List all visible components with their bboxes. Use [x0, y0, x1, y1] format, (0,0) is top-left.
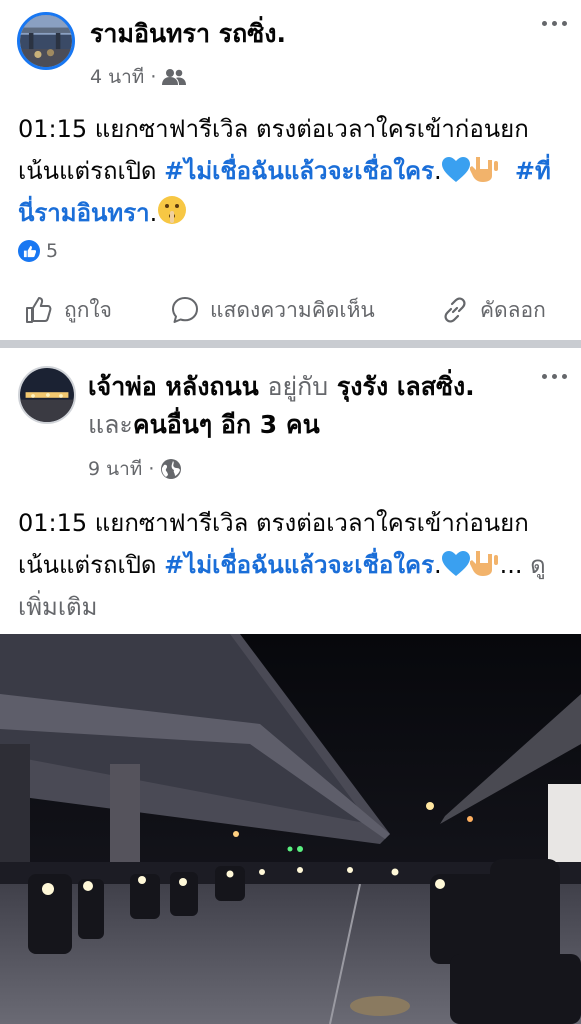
reaction-count: 5 [46, 240, 59, 262]
like-button[interactable]: ถูกใจ [24, 294, 112, 327]
post-card: รามอินทรา รถซิ่ง. 4 นาที · 01:15 แยกซาฟา… [0, 0, 581, 340]
reaction-summary[interactable]: 5 [18, 240, 58, 262]
others-link[interactable]: คนอื่นๆ อีก 3 คน [133, 410, 320, 439]
love-you-hand-icon [469, 551, 498, 576]
link-icon [444, 297, 466, 323]
like-reaction-icon [18, 240, 40, 262]
friends-icon [162, 69, 187, 85]
meta-dot: · [150, 66, 157, 88]
post-card: เจ้าพ่อ หลังถนน อยู่กับ รุงรัง เลสซิ่ง. … [0, 348, 581, 1024]
post-time[interactable]: 4 นาที [90, 62, 144, 92]
text-dot: . [434, 551, 442, 579]
author-avatar[interactable] [17, 12, 75, 70]
post-photo[interactable] [0, 634, 581, 1024]
post-meta: 4 นาที · [90, 62, 187, 92]
text-dot: . [149, 199, 158, 227]
blue-heart-icon [441, 157, 470, 182]
comment-label: แสดงความคิดเห็น [210, 297, 375, 322]
tagged-name[interactable]: รุงรัง เลสซิ่ง. [337, 372, 475, 401]
post-text: 01:15 แยกซาฟารีเวิล ตรงต่อเวลาใครเข้าก่อ… [18, 502, 566, 628]
post-text: 01:15 แยกซาฟารีเวิล ตรงต่อเวลาใครเข้าก่อ… [18, 108, 566, 234]
comment-icon [172, 297, 198, 323]
post-meta: 9 นาที · [88, 454, 182, 484]
post-actions: ถูกใจ แสดงความคิดเห็น คัดลอก [0, 288, 581, 332]
thumbs-up-icon [26, 297, 52, 323]
feed-separator [0, 340, 581, 348]
hashtag-link[interactable]: #ไม่เชื่อฉันแล้วจะเชื่อใคร [164, 157, 434, 185]
author-avatar[interactable] [18, 366, 76, 424]
more-options-icon[interactable] [542, 21, 567, 26]
copy-label: คัดลอก [480, 297, 546, 322]
like-label: ถูกใจ [64, 297, 112, 322]
author-name[interactable]: รามอินทรา รถซิ่ง. [90, 16, 286, 52]
more-options-icon[interactable] [542, 374, 567, 379]
blue-heart-icon [441, 551, 470, 576]
comment-button[interactable]: แสดงความคิดเห็น [170, 294, 375, 327]
author-name[interactable]: เจ้าพ่อ หลังถนน [88, 372, 259, 401]
hashtag-link[interactable]: #ไม่เชื่อฉันแล้วจะเชื่อใคร [164, 551, 434, 579]
with-text: อยู่กับ [267, 372, 329, 401]
globe-icon [161, 459, 182, 479]
love-you-hand-icon [469, 157, 498, 182]
copy-button[interactable]: คัดลอก [440, 294, 546, 327]
author-name-line: เจ้าพ่อ หลังถนน อยู่กับ รุงรัง เลสซิ่ง. … [88, 368, 528, 444]
and-text: และ [88, 410, 133, 439]
ellipsis: ... [499, 551, 523, 579]
text-dot: . [434, 157, 442, 185]
meta-dot: · [148, 458, 155, 480]
shushing-face-icon [158, 196, 187, 224]
post-time[interactable]: 9 นาที [88, 454, 142, 484]
